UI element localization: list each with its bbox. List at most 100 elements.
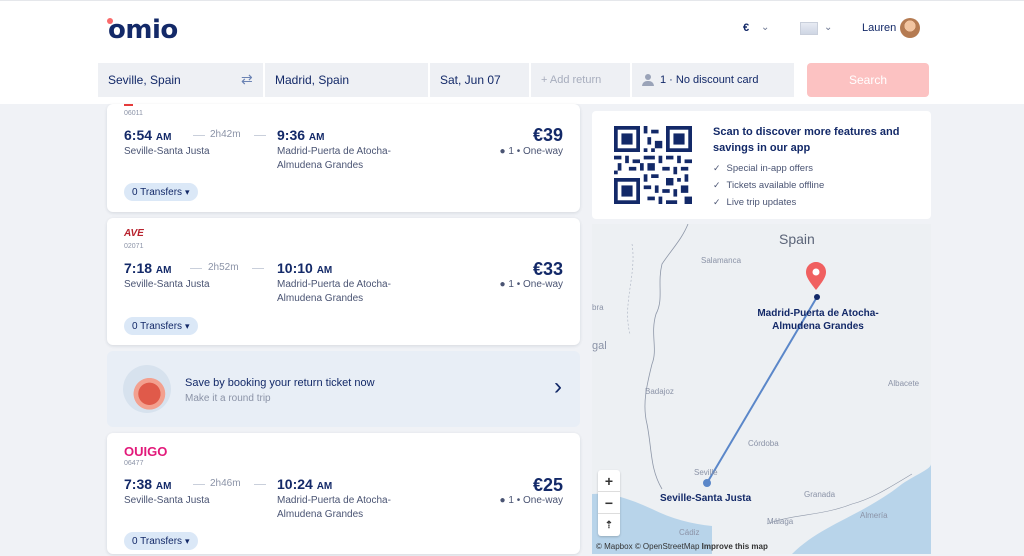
divider (254, 135, 266, 136)
top-header: omio € ⌄ ⌄ Lauren (0, 0, 1024, 56)
transfers-button[interactable]: 0 Transfers ▾ (124, 183, 198, 201)
osm-attribution-link[interactable]: © OpenStreetMap (635, 542, 700, 551)
pax-count: 1 (508, 279, 514, 290)
app-download-panel: Scan to discover more features and savin… (592, 111, 931, 219)
departure-time-value: 7:38 (124, 476, 153, 492)
divider (254, 484, 266, 485)
chevron-down-icon: ▾ (185, 535, 190, 546)
duration: 2h46m (210, 478, 241, 489)
map-country-label: Spain (779, 231, 815, 247)
departure-time: 6:54 AM (124, 127, 171, 143)
round-trip-promo[interactable]: Save by booking your return ticket now M… (107, 351, 580, 427)
feature-label: Special in-app offers (726, 163, 813, 174)
transfers-label: 0 Transfers (132, 535, 183, 547)
mapbox-attribution-link[interactable]: © Mapbox (596, 542, 633, 551)
feature-item: ✓ Tickets available offline (713, 180, 824, 191)
arrival-ampm: AM (316, 265, 333, 276)
avatar[interactable] (900, 18, 920, 38)
divider (252, 268, 264, 269)
carrier-logo: AVE (124, 228, 144, 239)
improve-map-link[interactable]: Improve this map (702, 542, 768, 551)
qr-code[interactable] (614, 126, 692, 204)
origin-station: Seville-Santa Justa (124, 495, 210, 506)
departure-ampm: AM (155, 265, 172, 276)
swap-icon[interactable]: ⇄ (241, 71, 253, 88)
result-card[interactable]: AVE 02071 7:18 AM 2h52m 10:10 AM Seville… (107, 218, 580, 345)
zoom-controls: + − ⇡ (598, 470, 620, 536)
promo-title: Save by booking your return ticket now (185, 377, 375, 389)
chevron-right-icon[interactable]: › (554, 373, 562, 401)
chevron-down-icon[interactable]: ⌄ (761, 22, 769, 33)
arrival-time-value: 10:24 (277, 476, 313, 492)
route-map[interactable]: Spain Salamanca bra gal Badajoz Albacete… (592, 224, 931, 554)
from-field[interactable]: Seville, Spain (98, 63, 263, 97)
departure-time-value: 7:18 (124, 260, 153, 276)
check-icon: ✓ (713, 163, 721, 173)
divider (193, 135, 205, 136)
train-code: 02071 (124, 243, 144, 250)
arrival-time: 10:24 AM (277, 476, 332, 492)
passenger-info: ● 1 • One-way (499, 279, 563, 290)
map-place-label: Cádiz (679, 528, 700, 537)
destination-station-line1: Madrid-Puerta de Atocha- (277, 146, 391, 157)
passenger-info: ● 1 • One-way (499, 495, 563, 506)
duration: 2h52m (208, 262, 239, 273)
result-card[interactable]: OUIGO 06477 7:38 AM 2h46m 10:24 AM Sevil… (107, 433, 580, 554)
map-place-label: gal (592, 340, 607, 352)
divider (193, 484, 205, 485)
map-place-label: Almería (860, 511, 888, 520)
map-place-label: bra (592, 303, 604, 312)
feature-label: Live trip updates (726, 197, 797, 208)
to-field[interactable]: Madrid, Spain (265, 63, 428, 97)
passengers-field[interactable]: 1 · No discount card (632, 63, 794, 97)
return-field[interactable]: + Add return (531, 63, 630, 97)
departure-ampm: AM (155, 481, 172, 492)
destination-map-label-line1: Madrid-Puerta de Atocha- (757, 308, 879, 319)
destination-station-line2: Almudena Grandes (277, 509, 364, 520)
arrival-time: 10:10 AM (277, 260, 332, 276)
price: €25 (532, 475, 563, 495)
zoom-in-button[interactable]: + (598, 470, 620, 492)
pax-count: 1 (508, 146, 514, 157)
destination-pin-icon[interactable] (806, 262, 826, 290)
transfers-button[interactable]: 0 Transfers ▾ (124, 317, 198, 335)
check-icon: ✓ (713, 197, 721, 207)
arrival-time: 9:36 AM (277, 127, 324, 143)
transfers-button[interactable]: 0 Transfers ▾ (124, 532, 198, 550)
arrival-time-value: 10:10 (277, 260, 313, 276)
result-card[interactable]: 06011 6:54 AM 2h42m 9:36 AM Seville-Sant… (107, 104, 580, 212)
arrival-time-value: 9:36 (277, 127, 306, 143)
zoom-out-button[interactable]: − (598, 492, 620, 514)
transfers-label: 0 Transfers (132, 186, 183, 198)
compass-icon[interactable]: ⇡ (598, 514, 620, 536)
origin-marker[interactable] (703, 479, 711, 487)
train-code: 06477 (124, 460, 144, 467)
map-place-label: Granada (804, 490, 836, 499)
promo-subtitle: Make it a round trip (185, 393, 271, 404)
arrival-ampm: AM (308, 132, 325, 143)
departure-time-value: 6:54 (124, 127, 153, 143)
currency-selector[interactable]: € (743, 22, 749, 34)
trip-type: One-way (522, 279, 563, 290)
price: €33 (532, 259, 563, 279)
chevron-down-icon[interactable]: ⌄ (824, 22, 832, 33)
language-flag-icon[interactable] (800, 22, 818, 35)
carrier-logo (124, 104, 133, 106)
departure-time: 7:18 AM (124, 260, 171, 276)
date-field[interactable]: Sat, Jun 07 (430, 63, 529, 97)
map-place-label: Córdoba (748, 439, 779, 448)
omio-logo[interactable]: omio (108, 15, 178, 45)
destination-station-line2: Almudena Grandes (277, 160, 364, 171)
user-name[interactable]: Lauren (862, 22, 896, 34)
search-button[interactable]: Search (807, 63, 929, 97)
pax-count: 1 (508, 495, 514, 506)
destination-station-line1: Madrid-Puerta de Atocha- (277, 495, 391, 506)
origin-station: Seville-Santa Justa (124, 146, 210, 157)
map-canvas (592, 224, 931, 554)
train-code: 06011 (124, 110, 143, 117)
duration: 2h42m (210, 129, 241, 140)
feature-item: ✓ Live trip updates (713, 197, 796, 208)
map-place-label: Málaga (767, 517, 794, 526)
person-icon: ● (499, 146, 506, 157)
map-place-label: Badajoz (645, 387, 674, 396)
